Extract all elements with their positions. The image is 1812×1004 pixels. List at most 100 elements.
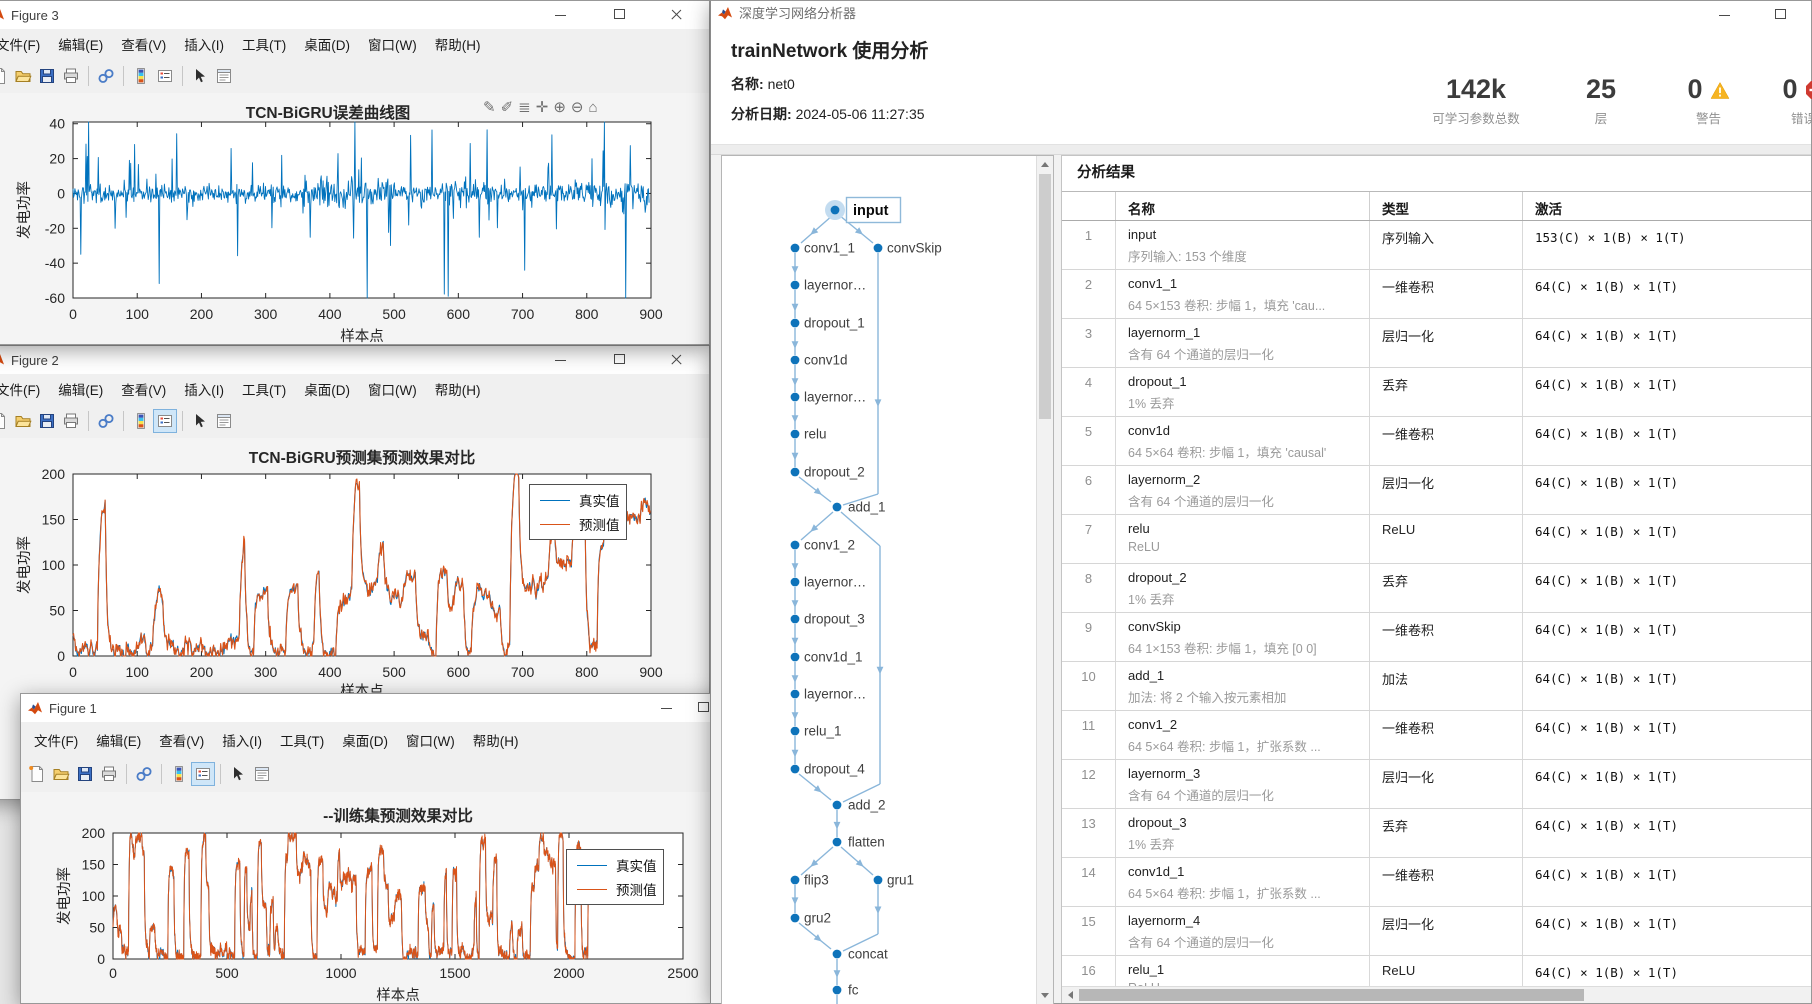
menu-item-6[interactable]: 窗口(W) <box>359 34 426 54</box>
diagram-node-flatten[interactable] <box>832 837 842 847</box>
results-horizontal-scrollbar[interactable] <box>1062 986 1811 1003</box>
minimize-button[interactable] <box>543 346 579 372</box>
new-figure-icon[interactable] <box>0 64 11 88</box>
diagram-node-dropout_1[interactable] <box>790 318 800 328</box>
figure2-legend[interactable]: 真实值 预测值 <box>529 484 627 540</box>
insert-colorbar-icon[interactable] <box>167 762 191 786</box>
menu-item-2[interactable]: 查看(V) <box>150 730 213 750</box>
print-figure-icon[interactable] <box>59 409 83 433</box>
menu-item-4[interactable]: 工具(T) <box>233 379 295 399</box>
insert-legend-icon[interactable] <box>153 409 177 433</box>
analyzer-titlebar[interactable]: 深度学习网络分析器 <box>711 1 1811 25</box>
diagram-node-add_1[interactable] <box>832 502 842 512</box>
property-inspector-icon[interactable] <box>212 64 236 88</box>
edit-plot-icon[interactable] <box>226 762 250 786</box>
menu-item-5[interactable]: 桌面(D) <box>295 379 359 399</box>
diagram-node-flip3[interactable] <box>790 875 800 885</box>
menu-item-2[interactable]: 查看(V) <box>112 379 175 399</box>
zoom-out-icon[interactable]: ⊖ <box>571 99 584 117</box>
insert-legend-icon[interactable] <box>191 762 215 786</box>
table-row[interactable]: 4 dropout_1 1% 丢弃 丢弃 64(C) × 1(B) × 1(T) <box>1062 368 1811 417</box>
table-row[interactable]: 2 conv1_1 64 5×153 卷积: 步幅 1，填充 'cau... 一维卷积… <box>1062 270 1811 319</box>
edit-plot-icon[interactable] <box>188 409 212 433</box>
minimize-button[interactable] <box>543 1 579 27</box>
menu-item-6[interactable]: 窗口(W) <box>397 730 464 750</box>
menu-item-4[interactable]: 工具(T) <box>233 34 295 54</box>
table-row[interactable]: 9 convSkip 64 1×153 卷积: 步幅 1，填充 [0 0] 一维卷积 6… <box>1062 613 1811 662</box>
table-row[interactable]: 7 relu ReLU ReLU 64(C) × 1(B) × 1(T) <box>1062 515 1811 564</box>
menu-item-2[interactable]: 查看(V) <box>112 34 175 54</box>
new-figure-icon[interactable] <box>25 762 49 786</box>
scroll-left-icon[interactable] <box>1062 987 1079 1003</box>
table-row[interactable]: 11 conv1_2 64 5×64 卷积: 步幅 1，扩张系数 ... 一维卷积 64… <box>1062 711 1811 760</box>
menu-item-5[interactable]: 桌面(D) <box>295 34 359 54</box>
open-file-icon[interactable] <box>11 64 35 88</box>
maximize-button[interactable] <box>1762 1 1798 23</box>
diagram-node-concat[interactable] <box>832 949 842 959</box>
table-row[interactable]: 10 add_1 加法: 将 2 个输入按元素相加 加法 64(C) × 1(B) × … <box>1062 662 1811 711</box>
diagram-node-dropout_2[interactable] <box>790 467 800 477</box>
table-row[interactable]: 14 conv1d_1 64 5×64 卷积: 步幅 1，扩张系数 ... 一维卷积 6… <box>1062 858 1811 907</box>
save-figure-icon[interactable] <box>73 762 97 786</box>
open-file-icon[interactable] <box>49 762 73 786</box>
menu-item-0[interactable]: 文件(F) <box>0 34 49 54</box>
diagram-node-conv1_1[interactable] <box>790 243 800 253</box>
pan-icon[interactable]: ✛ <box>536 99 549 117</box>
minimize-button[interactable] <box>649 694 685 720</box>
menu-item-6[interactable]: 窗口(W) <box>359 379 426 399</box>
scroll-up-icon[interactable] <box>1037 156 1053 173</box>
diagram-node-dropout_3[interactable] <box>790 614 800 624</box>
minimize-button[interactable] <box>1707 1 1743 23</box>
restore-view-icon[interactable]: ⌂ <box>588 99 597 117</box>
save-figure-icon[interactable] <box>35 409 59 433</box>
insert-colorbar-icon[interactable] <box>129 409 153 433</box>
print-figure-icon[interactable] <box>59 64 83 88</box>
figure1-titlebar[interactable]: Figure 1 <box>21 694 739 722</box>
diagram-node-gru2[interactable] <box>790 913 800 923</box>
diagram-node-conv1d[interactable] <box>790 355 800 365</box>
menu-item-0[interactable]: 文件(F) <box>0 379 49 399</box>
menu-item-3[interactable]: 插入(I) <box>175 379 233 399</box>
property-inspector-icon[interactable] <box>212 409 236 433</box>
diagram-node-convSkip[interactable] <box>873 243 883 253</box>
table-row[interactable]: 15 layernorm_4 含有 64 个通道的层归一化 层归一化 64(C) × 1… <box>1062 907 1811 956</box>
diagram-node-layernor…[interactable] <box>790 689 800 699</box>
menu-item-0[interactable]: 文件(F) <box>25 730 87 750</box>
diagram-node-gru1[interactable] <box>873 875 883 885</box>
diagram-node-fc[interactable] <box>832 985 842 995</box>
diagram-vertical-scrollbar[interactable] <box>1036 156 1053 1004</box>
menu-item-3[interactable]: 插入(I) <box>175 34 233 54</box>
figure3-titlebar[interactable]: Figure 3 <box>0 1 709 29</box>
link-plot-icon[interactable] <box>94 64 118 88</box>
diagram-node-layernor…[interactable] <box>790 392 800 402</box>
menu-item-7[interactable]: 帮助(H) <box>464 730 528 750</box>
diagram-node-relu[interactable] <box>790 429 800 439</box>
figure2-titlebar[interactable]: Figure 2 <box>0 346 709 374</box>
scrollbar-thumb[interactable] <box>1079 989 1584 1001</box>
maximize-button[interactable] <box>601 1 637 27</box>
table-row[interactable]: 13 dropout_3 1% 丢弃 丢弃 64(C) × 1(B) × 1(T) <box>1062 809 1811 858</box>
diagram-node-conv1d_1[interactable] <box>790 652 800 662</box>
menu-item-4[interactable]: 工具(T) <box>271 730 333 750</box>
brush-icon[interactable]: ✐ <box>501 99 514 117</box>
datatips-icon[interactable]: ≣ <box>518 99 531 117</box>
table-row[interactable]: 6 layernorm_2 含有 64 个通道的层归一化 层归一化 64(C) × 1(… <box>1062 466 1811 515</box>
zoom-in-icon[interactable]: ⊕ <box>553 99 566 117</box>
open-file-icon[interactable] <box>11 409 35 433</box>
menu-item-1[interactable]: 编辑(E) <box>49 379 112 399</box>
menu-item-5[interactable]: 桌面(D) <box>333 730 397 750</box>
close-icon[interactable] <box>659 346 695 372</box>
diagram-node-dropout_4[interactable] <box>790 764 800 774</box>
diagram-node-add_2[interactable] <box>832 800 842 810</box>
table-row[interactable]: 5 conv1d 64 5×64 卷积: 步幅 1，填充 'causal' 一维卷积 6… <box>1062 417 1811 466</box>
menu-item-3[interactable]: 插入(I) <box>213 730 271 750</box>
print-figure-icon[interactable] <box>97 762 121 786</box>
table-row[interactable]: 3 layernorm_1 含有 64 个通道的层归一化 层归一化 64(C) × 1(… <box>1062 319 1811 368</box>
scroll-down-icon[interactable] <box>1037 987 1053 1004</box>
diagram-node-layernor…[interactable] <box>790 280 800 290</box>
close-icon[interactable] <box>659 1 695 27</box>
diagram-node-input[interactable] <box>830 205 840 215</box>
property-inspector-icon[interactable] <box>250 762 274 786</box>
scrollbar-thumb[interactable] <box>1039 174 1051 419</box>
export-icon[interactable]: ✎ <box>483 99 496 117</box>
